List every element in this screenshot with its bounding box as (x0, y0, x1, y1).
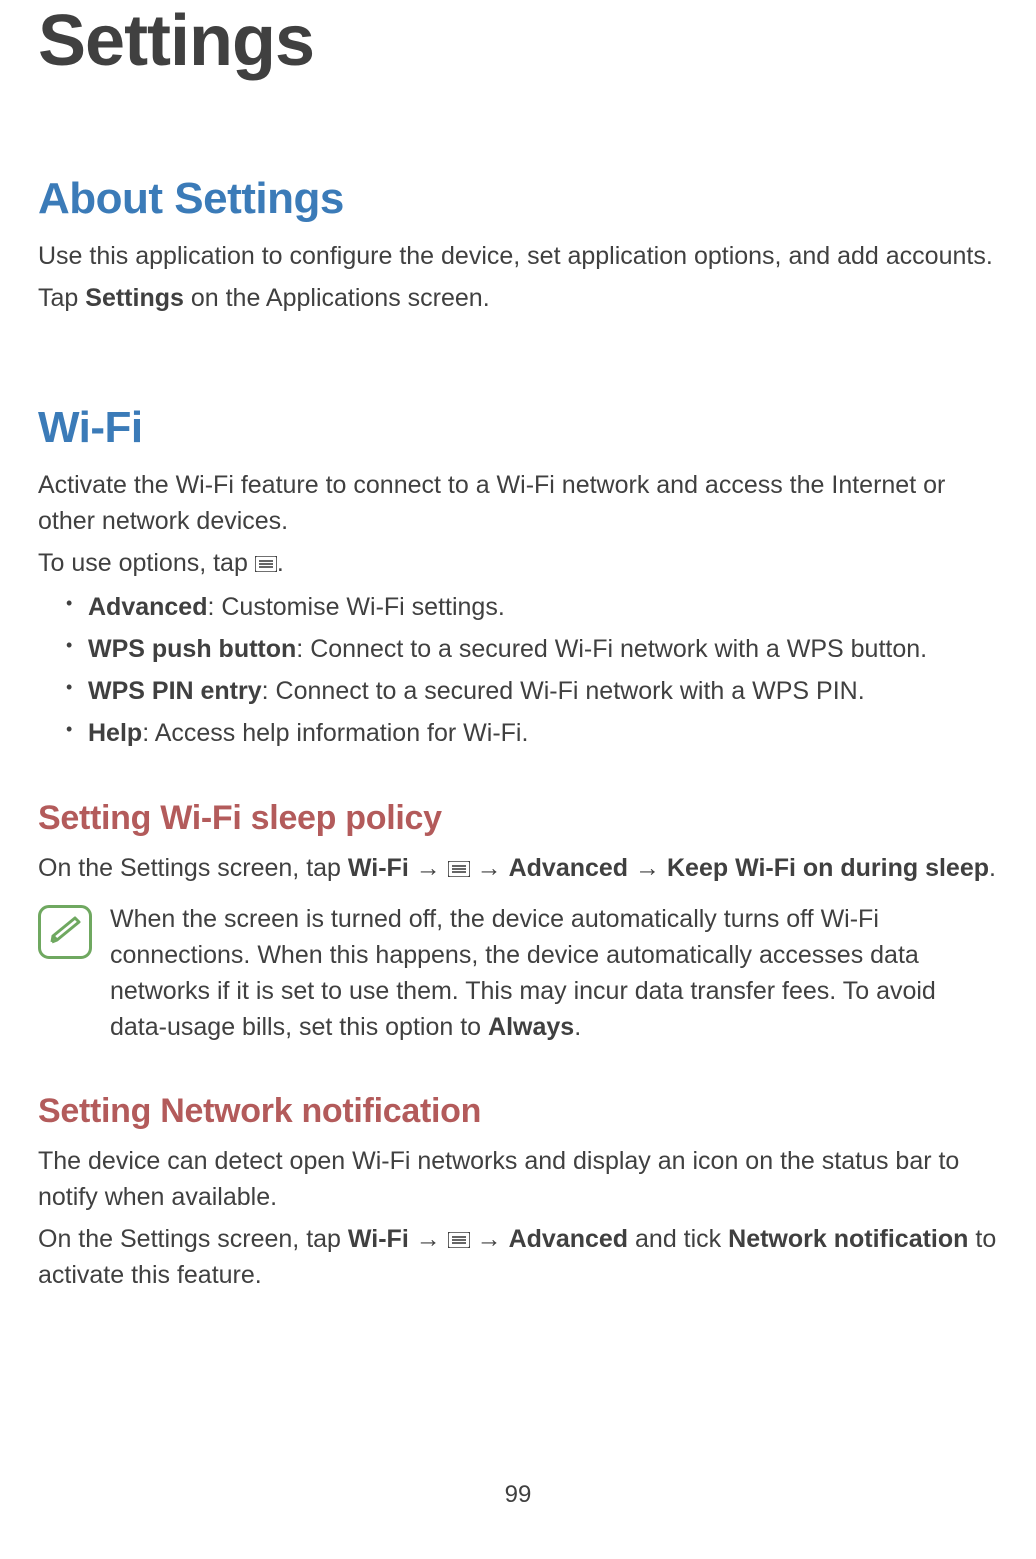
arrow-text: → (409, 1225, 448, 1253)
wifi-intro: Activate the Wi-Fi feature to connect to… (38, 467, 998, 540)
sleep-adv: Advanced (509, 854, 628, 882)
wifi-options-post: . (277, 549, 284, 577)
section-heading-about: About Settings (38, 174, 998, 224)
subsection-heading-sleep: Setting Wi-Fi sleep policy (38, 799, 998, 838)
arrow-text: → (470, 854, 509, 882)
wifi-options-line: To use options, tap . (38, 545, 998, 581)
note-post: . (574, 1013, 581, 1041)
bullet-bold: Advanced (88, 593, 207, 621)
page-number: 99 (0, 1481, 1036, 1509)
arrow-text: → (628, 854, 667, 882)
sleep-wifi: Wi-Fi (348, 854, 409, 882)
arrow-text: → (409, 854, 448, 882)
bullet-rest: : Connect to a secured Wi-Fi network wit… (296, 635, 927, 663)
bullet-bold: Help (88, 719, 142, 747)
list-item: WPS push button: Connect to a secured Wi… (66, 629, 998, 669)
network-p2-adv: Advanced (509, 1225, 628, 1253)
sleep-path: On the Settings screen, tap Wi-Fi → → Ad… (38, 850, 998, 886)
note-bold: Always (488, 1013, 574, 1041)
about-p2-post: on the Applications screen. (184, 284, 490, 312)
about-p2-bold: Settings (85, 284, 184, 312)
bullet-bold: WPS PIN entry (88, 677, 262, 705)
network-p1: The device can detect open Wi-Fi network… (38, 1143, 998, 1216)
network-p2-nn: Network notification (728, 1225, 968, 1253)
page-title: Settings (38, 0, 998, 82)
section-heading-wifi: Wi-Fi (38, 403, 998, 453)
network-p2: On the Settings screen, tap Wi-Fi → → Ad… (38, 1221, 998, 1294)
list-item: Advanced: Customise Wi-Fi settings. (66, 587, 998, 627)
wifi-options-list: Advanced: Customise Wi-Fi settings. WPS … (38, 587, 998, 753)
bullet-rest: : Connect to a secured Wi-Fi network wit… (262, 677, 865, 705)
note-text: When the screen is turned off, the devic… (110, 901, 998, 1046)
sleep-keep: Keep Wi-Fi on during sleep (667, 854, 989, 882)
bullet-rest: : Access help information for Wi-Fi. (142, 719, 528, 747)
list-item: Help: Access help information for Wi-Fi. (66, 713, 998, 753)
subsection-heading-network: Setting Network notification (38, 1092, 998, 1131)
about-p2-pre: Tap (38, 284, 85, 312)
menu-icon (255, 556, 277, 572)
arrow-text: → (470, 1225, 509, 1253)
bullet-bold: WPS push button (88, 635, 296, 663)
sleep-pre: On the Settings screen, tap (38, 854, 348, 882)
about-p1: Use this application to configure the de… (38, 238, 998, 274)
bullet-rest: : Customise Wi-Fi settings. (207, 593, 504, 621)
menu-icon (448, 861, 470, 877)
network-p2-wifi: Wi-Fi (348, 1225, 409, 1253)
note-callout: When the screen is turned off, the devic… (38, 901, 998, 1046)
note-icon (38, 905, 92, 959)
network-p2-pre: On the Settings screen, tap (38, 1225, 348, 1253)
list-item: WPS PIN entry: Connect to a secured Wi-F… (66, 671, 998, 711)
sleep-post: . (989, 854, 996, 882)
wifi-options-pre: To use options, tap (38, 549, 255, 577)
menu-icon (448, 1232, 470, 1248)
about-p2: Tap Settings on the Applications screen. (38, 280, 998, 316)
network-p2-mid: and tick (628, 1225, 728, 1253)
